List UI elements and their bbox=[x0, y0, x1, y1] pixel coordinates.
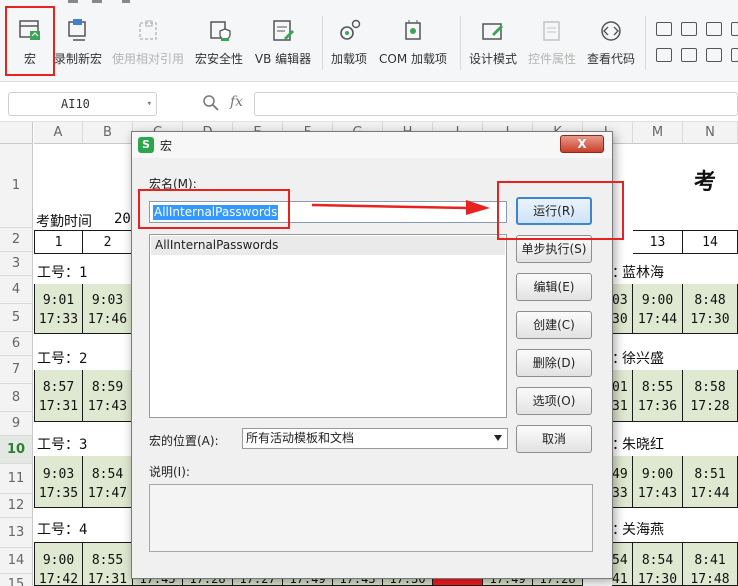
annotation-arrow bbox=[311, 200, 490, 215]
